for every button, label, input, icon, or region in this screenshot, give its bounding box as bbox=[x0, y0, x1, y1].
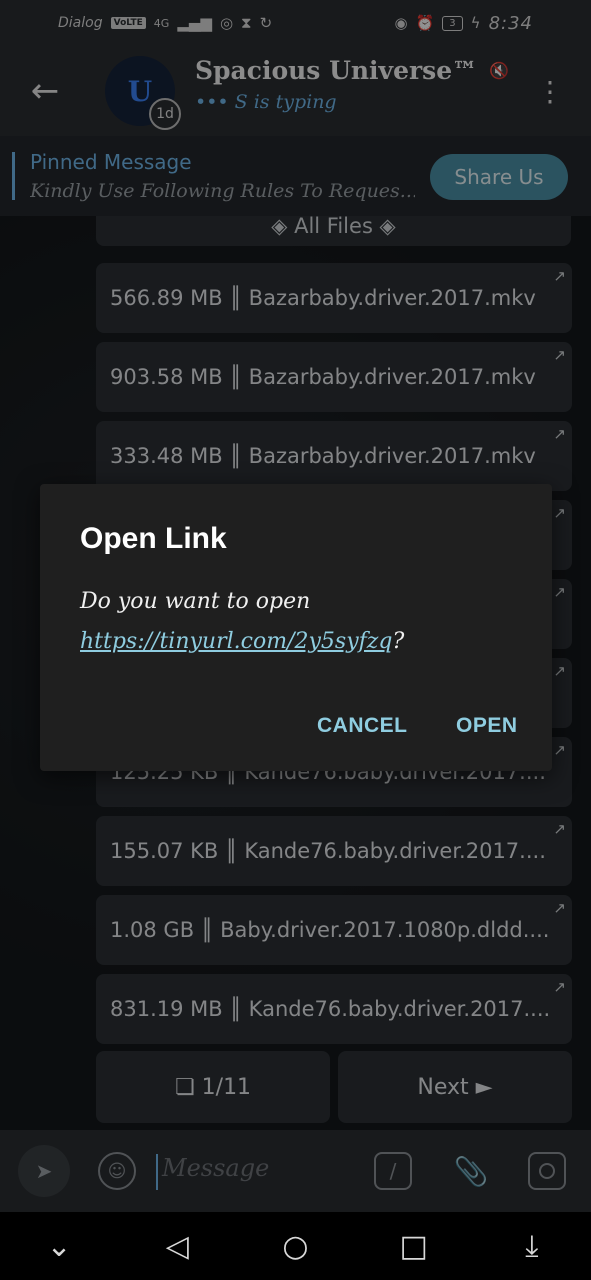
dialog-message: Do you want to open https://tinyurl.com/… bbox=[80, 582, 520, 662]
recents-icon[interactable]: □ bbox=[384, 1216, 444, 1276]
cancel-button[interactable]: CANCEL bbox=[317, 714, 408, 738]
back-icon[interactable]: ◁ bbox=[147, 1216, 207, 1276]
dialog-prompt: Do you want to open bbox=[80, 589, 311, 614]
open-link-dialog: Open Link Do you want to open https://ti… bbox=[40, 484, 552, 771]
home-icon[interactable]: ○ bbox=[265, 1216, 325, 1276]
hide-keyboard-icon[interactable]: ⌄ bbox=[29, 1216, 89, 1276]
notifications-pull-icon[interactable]: ⤓ bbox=[502, 1216, 562, 1276]
dialog-link-suffix: ? bbox=[392, 629, 405, 654]
dialog-link[interactable]: https://tinyurl.com/2y5syfzq bbox=[80, 629, 392, 654]
system-nav-bar: ⌄ ◁ ○ □ ⤓ bbox=[0, 1212, 591, 1280]
open-button[interactable]: OPEN bbox=[456, 714, 518, 738]
dialog-title: Open Link bbox=[80, 522, 227, 555]
dialog-link-line: https://tinyurl.com/2y5syfzq? bbox=[80, 622, 520, 662]
